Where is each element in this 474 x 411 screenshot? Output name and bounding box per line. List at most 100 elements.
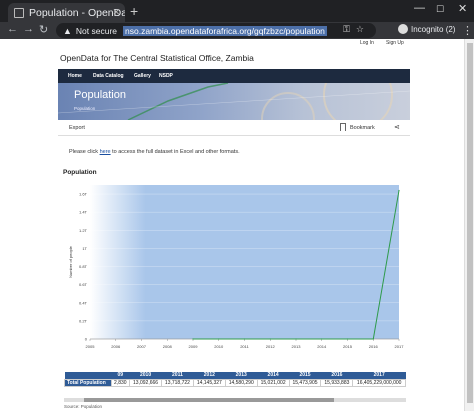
- address-bar[interactable]: ▲ Not secure nso.zambia.opendataforafric…: [56, 23, 376, 38]
- site-header: OpenData for The Central Statistical Off…: [58, 49, 410, 69]
- nav-nsdp[interactable]: NSDP: [159, 73, 173, 79]
- chart-plot-area: [90, 185, 399, 339]
- reload-icon[interactable]: ↻: [39, 23, 48, 36]
- browser-tab[interactable]: Population - OpenData ✕: [8, 3, 125, 22]
- table-scrollbar-thumb[interactable]: [84, 398, 334, 402]
- minimize-icon[interactable]: —: [414, 2, 425, 14]
- population-chart[interactable]: 1.6T 1.4T 1.2T 1T 0.8T 0.6T 0.4T 0.2T 0 2005 2006 2…: [58, 177, 410, 353]
- notice-text-pre: Please click: [69, 149, 100, 155]
- y-tick-label: 1T: [82, 246, 87, 251]
- download-link[interactable]: here: [100, 149, 111, 155]
- table-row-label: Total Population: [64, 378, 112, 387]
- incognito-icon: [398, 24, 408, 34]
- y-tick-label: 0.4T: [79, 300, 88, 305]
- warning-icon[interactable]: ▲: [63, 26, 72, 36]
- table-header-cell: 2012: [193, 372, 226, 379]
- table-cell: 14,145,327: [192, 378, 226, 387]
- tab-strip: Population - OpenData ✕ + — ☐ ✕: [0, 0, 474, 22]
- data-point: [192, 338, 194, 340]
- data-point: [295, 338, 297, 340]
- x-tick-label: 2016: [369, 344, 379, 349]
- table-corner-cell: [64, 372, 112, 379]
- nav-home[interactable]: Home: [68, 73, 82, 79]
- new-tab-icon[interactable]: +: [130, 3, 138, 19]
- table-header-cell: 2010: [129, 372, 162, 379]
- browser-toolbar: ← → ↻ ▲ Not secure nso.zambia.opendatafo…: [0, 22, 474, 39]
- nav-gallery[interactable]: Gallery: [134, 73, 151, 79]
- x-tick-label: 2009: [189, 344, 199, 349]
- security-label[interactable]: Not secure: [76, 26, 117, 36]
- page-viewport: Log In Sign Up OpenData for The Central …: [58, 39, 410, 411]
- nav-data-catalog[interactable]: Data Catalog: [93, 73, 124, 79]
- bookmark-button[interactable]: Bookmark: [350, 125, 375, 131]
- table-header-cell: 2013: [225, 372, 258, 379]
- site-title[interactable]: OpenData for The Central Statistical Off…: [60, 53, 254, 63]
- page-margin-left: [0, 39, 58, 411]
- table-cell: 13,718,722: [161, 378, 194, 387]
- x-tick-label: 2010: [214, 344, 224, 349]
- table-header-cell: 2015: [289, 372, 321, 379]
- x-tick-label: 2008: [163, 344, 173, 349]
- x-tick-label: 2012: [266, 344, 276, 349]
- table-header-cell: 2014: [257, 372, 290, 379]
- table-header-cell: 09: [111, 372, 130, 379]
- profile-label: Incognito (2): [411, 24, 456, 34]
- x-tick-label: 2013: [292, 344, 302, 349]
- table-cell: 15,473,905: [288, 378, 322, 387]
- signup-link[interactable]: Sign Up: [386, 40, 404, 46]
- data-point: [269, 338, 271, 340]
- table-header-cell: 2011: [161, 372, 194, 379]
- page-favicon-icon: [14, 7, 24, 18]
- data-point: [321, 338, 323, 340]
- notice-text-post: to access the full dataset in Excel and …: [110, 149, 240, 155]
- vertical-scrollbar[interactable]: [464, 39, 474, 411]
- y-axis-label: Number of people: [68, 245, 73, 278]
- table-header-cell: 2017: [352, 372, 406, 379]
- x-tick-label: 2005: [86, 344, 96, 349]
- main-nav: Home Data Catalog Gallery NSDP: [58, 69, 410, 83]
- url-text[interactable]: nso.zambia.opendataforafrica.org/gqfzbzc…: [123, 25, 327, 36]
- profile-button[interactable]: Incognito (2): [398, 24, 455, 34]
- action-bar: Export Bookmark ⋖: [58, 120, 410, 136]
- data-table: 09 2010 2011 2012 2013 2014 2015 2016 2017 Total…: [64, 372, 406, 387]
- tab-title: Population - OpenData: [29, 6, 125, 19]
- star-icon[interactable]: ☆: [356, 24, 370, 34]
- source-note: Source: Population: [64, 404, 103, 409]
- key-icon[interactable]: ⚿: [343, 24, 356, 34]
- table-cell: 15,021,002: [256, 378, 290, 387]
- x-tick-label: 2006: [111, 344, 121, 349]
- table-row: Total Population 2,830 13,092,666 13,718,72…: [64, 378, 406, 387]
- browser-menu-icon[interactable]: ⋮: [462, 24, 473, 37]
- window-close-icon[interactable]: ✕: [458, 2, 467, 15]
- table-cell: 15,933,883: [320, 378, 354, 387]
- table-header-cell: 2016: [320, 372, 353, 379]
- share-icon[interactable]: ⋖: [394, 123, 400, 131]
- table-cell: 2,830: [110, 378, 131, 387]
- page-title: Population: [74, 89, 126, 101]
- maximize-icon[interactable]: ☐: [436, 4, 444, 15]
- back-icon[interactable]: ←: [7, 23, 18, 35]
- export-button[interactable]: Export: [69, 125, 85, 131]
- x-tick-label: 2015: [343, 344, 353, 349]
- data-point: [346, 338, 349, 340]
- y-tick-label: 0.8T: [79, 264, 88, 269]
- chart-heading: Population: [63, 169, 97, 176]
- x-tick-label: 2007: [137, 344, 147, 349]
- bookmark-icon[interactable]: [340, 123, 346, 131]
- forward-icon[interactable]: →: [23, 23, 34, 35]
- table-cell: 13,092,666: [129, 378, 162, 387]
- download-notice: Please click here to access the full dat…: [69, 149, 240, 155]
- tab-close-icon[interactable]: ✕: [112, 7, 120, 18]
- x-tick-label: 2011: [240, 344, 249, 349]
- y-tick-label: 0.2T: [79, 318, 88, 323]
- table-scrollbar[interactable]: [64, 398, 406, 402]
- login-link[interactable]: Log In: [360, 40, 374, 46]
- scrollbar-thumb[interactable]: [467, 43, 473, 403]
- top-links: Log In Sign Up: [58, 39, 410, 48]
- breadcrumb[interactable]: Population: [74, 106, 95, 111]
- y-tick-label: 1.6T: [79, 192, 88, 197]
- table-cell: 14,580,290: [224, 378, 258, 387]
- table-cell: 16,405,229,000,000: [352, 378, 406, 387]
- data-point: [372, 338, 374, 340]
- y-tick-label: 0: [85, 337, 88, 342]
